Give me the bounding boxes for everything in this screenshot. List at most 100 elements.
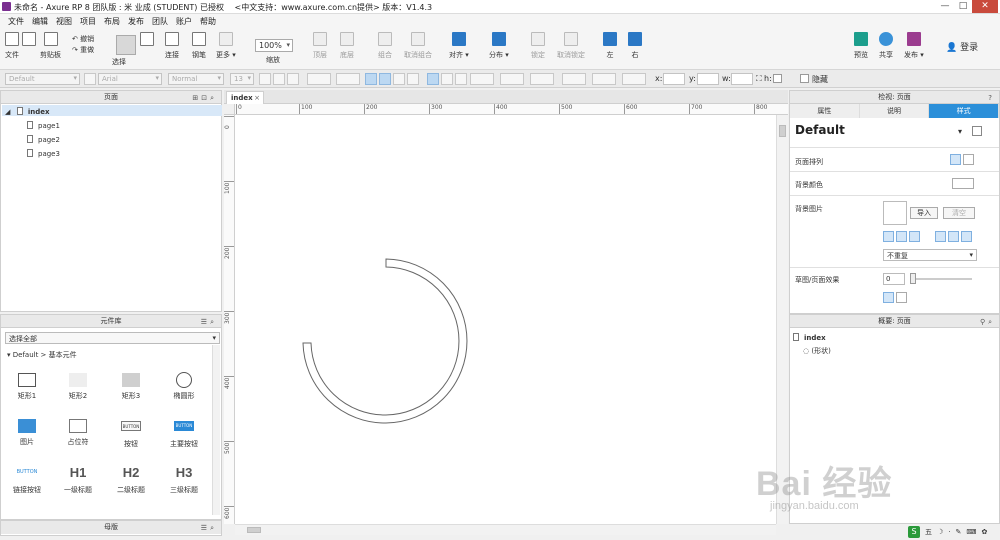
library-scrollbar[interactable] <box>212 345 220 515</box>
library-group-header[interactable]: ▾ Default > 基本元件 <box>7 350 77 360</box>
image-align-left-button[interactable] <box>883 231 894 242</box>
image-repeat-select[interactable]: 不重复 <box>883 249 977 261</box>
mic-icon[interactable]: ✎ <box>956 528 962 536</box>
style-select[interactable]: Default <box>5 73 80 85</box>
widget-primary-button[interactable]: BUTTON 主要按钮 <box>161 421 207 449</box>
widget-rect2[interactable]: 矩形2 <box>55 373 101 401</box>
select-mode-button[interactable] <box>116 35 136 55</box>
widget-ellipse[interactable]: 椭圆形 <box>161 372 207 401</box>
page-style-name[interactable]: Default <box>795 123 845 137</box>
fill-color-button[interactable] <box>470 73 494 85</box>
image-align-center-button[interactable] <box>896 231 907 242</box>
share-button[interactable]: 共享 <box>879 32 893 60</box>
right-button[interactable]: 右 <box>628 32 642 60</box>
keyboard-icon[interactable]: ⌨ <box>966 528 976 536</box>
style-edit-icon[interactable] <box>972 126 982 136</box>
valign-bottom-button[interactable] <box>455 73 467 85</box>
bold-button[interactable] <box>259 73 271 85</box>
y-input[interactable] <box>697 73 719 85</box>
arrow-style-button[interactable] <box>622 73 646 85</box>
widget-h1[interactable]: H1 一级标题 <box>55 465 101 495</box>
library-panel-actions[interactable]: ☰⌕ <box>201 316 217 328</box>
canvas-horizontal-scrollbar[interactable] <box>235 524 776 535</box>
sketch-slider-thumb[interactable] <box>910 273 916 284</box>
outline-actions[interactable]: ⚲⌕ <box>980 316 995 328</box>
masters-panel-header[interactable]: 母版 ☰⌕ <box>1 521 221 534</box>
w-input[interactable] <box>731 73 753 85</box>
expand-triangle-icon[interactable]: ◢ <box>5 108 10 116</box>
minimize-button[interactable]: — <box>936 0 954 13</box>
import-image-button[interactable]: 导入 <box>910 207 938 219</box>
publish-button[interactable]: 发布 ▾ <box>904 32 924 60</box>
widget-image[interactable]: 图片 <box>4 419 50 447</box>
vertical-scroll-thumb[interactable] <box>779 125 786 137</box>
sketch-gray-button[interactable] <box>896 292 907 303</box>
page-tree-page2[interactable]: page2 <box>27 135 60 144</box>
ime-mode[interactable]: 五 <box>925 527 932 537</box>
widget-h2[interactable]: H2 二级标题 <box>108 465 154 495</box>
tab-close-icon[interactable]: × <box>254 94 260 102</box>
underline-button[interactable] <box>287 73 299 85</box>
widget-link-button[interactable]: BUTTON 链接按钮 <box>4 465 50 495</box>
tab-properties[interactable]: 属性 <box>790 104 860 118</box>
connect-mode-button[interactable]: 连接 <box>165 32 179 60</box>
maximize-button[interactable]: □ <box>954 0 972 13</box>
align-button[interactable]: 对齐 ▾ <box>449 32 469 60</box>
menu-publish[interactable]: 发布 <box>124 14 148 28</box>
pages-panel-actions[interactable]: ⊞⊡⌕ <box>192 92 217 104</box>
menu-account[interactable]: 账户 <box>172 14 196 28</box>
library-filter-select[interactable]: 选择全部 <box>5 332 220 344</box>
style-dropdown-icon[interactable]: ▾ <box>958 127 962 136</box>
justify-text-button[interactable] <box>407 73 419 85</box>
sketch-color-button[interactable] <box>883 292 894 303</box>
menu-edit[interactable]: 编辑 <box>28 14 52 28</box>
masters-panel-actions[interactable]: ☰⌕ <box>201 522 217 534</box>
open-file-button[interactable] <box>22 32 36 46</box>
h-input[interactable] <box>773 74 782 83</box>
menu-view[interactable]: 视图 <box>52 14 76 28</box>
widget-placeholder[interactable]: 占位符 <box>55 419 101 447</box>
menu-project[interactable]: 项目 <box>76 14 100 28</box>
menu-layout[interactable]: 布局 <box>100 14 124 28</box>
widget-rect3[interactable]: 矩形3 <box>108 373 154 401</box>
menu-file[interactable]: 文件 <box>4 14 28 28</box>
sketch-slider-track[interactable] <box>912 278 972 280</box>
login-button[interactable]: 👤 登录 <box>946 40 978 53</box>
widget-rect1[interactable]: 矩形1 <box>4 373 50 401</box>
image-valign-middle-button[interactable] <box>948 231 959 242</box>
image-valign-bottom-button[interactable] <box>961 231 972 242</box>
redo-button[interactable]: ↷ 重做 <box>72 45 94 56</box>
outline-shape-item[interactable]: ◌ (形状) <box>803 346 831 356</box>
file-button[interactable]: 文件 <box>5 32 19 60</box>
left-button[interactable]: 左 <box>603 32 617 60</box>
menu-help[interactable]: 帮助 <box>196 14 220 28</box>
group-button[interactable]: 组合 <box>378 32 392 60</box>
close-button[interactable]: ✕ <box>972 0 998 13</box>
page-tree-index[interactable]: ◢ index <box>5 107 49 116</box>
outline-root-index[interactable]: index <box>793 333 826 342</box>
page-align-center-button[interactable] <box>963 154 974 165</box>
font-weight-select[interactable]: Normal <box>168 73 224 85</box>
sogou-ime-icon[interactable]: S <box>908 526 920 538</box>
hide-checkbox[interactable] <box>800 74 809 83</box>
font-size-select[interactable]: 13 <box>230 73 254 85</box>
page-tree-page1[interactable]: page1 <box>27 121 60 130</box>
tab-notes[interactable]: 说明 <box>859 104 930 118</box>
line-width-button[interactable] <box>562 73 586 85</box>
bottom-layer-button[interactable]: 底层 <box>340 32 354 60</box>
border-color-button[interactable] <box>530 73 554 85</box>
align-left-text-button[interactable] <box>365 73 377 85</box>
bullet-button[interactable] <box>336 73 360 85</box>
unlock-button[interactable]: 取消锁定 <box>557 32 585 60</box>
connect-button[interactable] <box>140 32 154 46</box>
distribute-button[interactable]: 分布 ▾ <box>489 32 509 60</box>
align-right-text-button[interactable] <box>393 73 405 85</box>
horizontal-scroll-thumb[interactable] <box>247 527 261 533</box>
widget-h3[interactable]: H3 三级标题 <box>161 465 207 495</box>
ungroup-button[interactable]: 取消组合 <box>404 32 432 60</box>
menu-team[interactable]: 团队 <box>148 14 172 28</box>
inspector-actions[interactable]: ? <box>988 92 995 104</box>
page-align-left-button[interactable] <box>950 154 961 165</box>
more-button[interactable]: 更多 ▾ <box>216 32 236 60</box>
ring-arc-path[interactable] <box>302 258 468 424</box>
